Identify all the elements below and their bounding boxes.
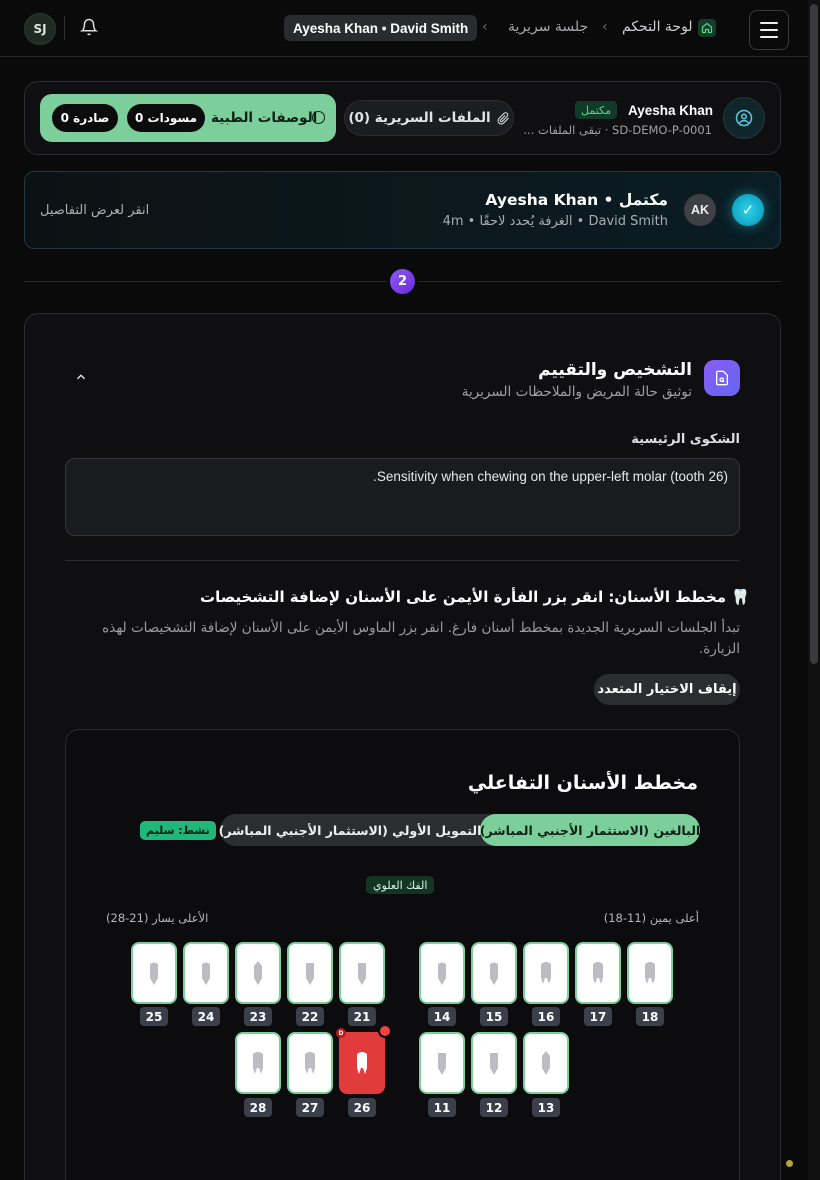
- tooth-number: 21: [348, 1007, 376, 1026]
- tooth-icon: [254, 961, 262, 985]
- tooth-26[interactable]: [339, 1032, 385, 1094]
- chevron-left-icon: ‹: [482, 19, 488, 35]
- tooth-icon: [305, 1052, 315, 1074]
- tooth-number: 24: [192, 1007, 220, 1026]
- patient-id: SD-DEMO-P-0001 · تبقى الملفات ...: [523, 123, 712, 137]
- tooth-23[interactable]: [235, 942, 281, 1004]
- tooth-icon: [593, 962, 603, 984]
- tooth-15[interactable]: [471, 942, 517, 1004]
- breadcrumb-session[interactable]: جلسة سريرية: [508, 19, 588, 35]
- tooth-21[interactable]: [339, 942, 385, 1004]
- session-subtitle: 4m • الغرفة يُحدد لاحقًا • David Smith: [442, 214, 668, 229]
- home-icon[interactable]: [698, 19, 716, 37]
- tooth-icon: [202, 962, 210, 985]
- chevron-left-icon: ‹: [602, 19, 608, 35]
- tooth-number: 25: [140, 1007, 168, 1026]
- tooth-number: 23: [244, 1007, 272, 1026]
- paperclip-icon: [497, 111, 509, 124]
- tooth-18[interactable]: [627, 942, 673, 1004]
- tooth-25[interactable]: [131, 942, 177, 1004]
- dental-chart-help: تبدأ الجلسات السريرية الجديدة بمخطط أسنا…: [102, 620, 740, 657]
- breadcrumb-patient[interactable]: Ayesha Khan • David Smith: [284, 15, 478, 41]
- breadcrumb-dashboard[interactable]: لوحة التحكم: [622, 19, 693, 35]
- active-condition-badge: نشط: سليم: [140, 821, 216, 840]
- tooth-number: 22: [296, 1007, 324, 1026]
- tooth-icon: [357, 1052, 367, 1074]
- user-avatar[interactable]: SJ: [24, 13, 56, 45]
- tooth-number: 13: [532, 1098, 560, 1117]
- stop-multi-select-button[interactable]: إيقاف الاختيار المتعدد: [594, 674, 740, 705]
- issued-badge[interactable]: 0 صادرة: [52, 104, 118, 132]
- dental-chart-title: مخطط الأسنان التفاعلي: [467, 772, 698, 794]
- tooth-22[interactable]: [287, 942, 333, 1004]
- menu-button[interactable]: [749, 10, 789, 50]
- tooth-number: 28: [244, 1098, 272, 1117]
- tooth-17[interactable]: [575, 942, 621, 1004]
- chart-heading-text: مخطط الأسنان: انقر بزر الفأرة الأيمن على…: [200, 588, 727, 606]
- upper-left-quadrant-label: الأعلى يسار (21-28): [106, 911, 209, 925]
- tooth-28[interactable]: [235, 1032, 281, 1094]
- tooth-13[interactable]: [523, 1032, 569, 1094]
- tooth-icon: [645, 962, 655, 984]
- status-badge: مكتمل: [575, 101, 617, 119]
- session-details-hint[interactable]: انقر لعرض التفاصيل: [40, 203, 149, 218]
- chief-complaint-value: Sensitivity when chewing on the upper-le…: [373, 469, 728, 484]
- notification-dot: [786, 1160, 793, 1167]
- tooth-27[interactable]: [287, 1032, 333, 1094]
- tooth-icon: [358, 963, 366, 985]
- tooth-icon: [490, 1053, 498, 1075]
- tooth-number: 14: [428, 1007, 456, 1026]
- tooth-number: 11: [428, 1098, 456, 1117]
- tooth-icon: [542, 1051, 550, 1075]
- upper-right-quadrant-label: أعلى يمين (11-18): [603, 911, 699, 925]
- session-title: Ayesha Khan • مكتمل: [485, 191, 668, 209]
- patient-name: Ayesha Khan: [628, 103, 714, 118]
- tooth-icon: [150, 962, 158, 985]
- diagnosis-marker: D: [336, 1028, 346, 1038]
- prescriptions-label: الوصفات الطبية: [211, 110, 318, 126]
- divider: [65, 560, 740, 561]
- tooth-number: 15: [480, 1007, 508, 1026]
- tooth-11[interactable]: [419, 1032, 465, 1094]
- patient-avatar: AK: [684, 194, 716, 226]
- dental-chart-heading: مخطط الأسنان: انقر بزر الفأرة الأيمن على…: [200, 588, 750, 606]
- file-search-icon: [704, 360, 740, 396]
- diagnosis-indicator: [378, 1024, 392, 1038]
- divider: [64, 16, 65, 40]
- tooth-16[interactable]: [523, 942, 569, 1004]
- scrollbar-thumb[interactable]: [810, 4, 818, 664]
- tooth-icon: [541, 962, 551, 984]
- user-circle-icon: [723, 97, 765, 139]
- tooth-icon: 🦷: [731, 588, 750, 606]
- tooth-icon: [253, 1052, 263, 1074]
- section-subtitle: توثيق حالة المريض والملاحظات السريرية: [461, 384, 692, 400]
- tooth-12[interactable]: [471, 1032, 517, 1094]
- tooth-icon: [306, 963, 314, 985]
- tooth-24[interactable]: [183, 942, 229, 1004]
- step-number: 2: [387, 266, 418, 297]
- tooth-number: 26: [348, 1098, 376, 1117]
- chief-complaint-label: الشكوى الرئيسية: [631, 432, 740, 447]
- drafts-badge[interactable]: 0 مسودات: [127, 104, 205, 132]
- bell-icon[interactable]: [80, 18, 98, 36]
- tooth-number: 16: [532, 1007, 560, 1026]
- tooth-number: 17: [584, 1007, 612, 1026]
- upper-jaw-label: الفك العلوي: [366, 876, 435, 894]
- tab-adult[interactable]: البالغين (الاستثمار الأجنبي المباشر): [480, 814, 700, 846]
- chevron-up-icon[interactable]: [72, 370, 90, 384]
- clinical-files-button[interactable]: الملفات السريرية (0): [344, 100, 514, 136]
- section-title: التشخيص والتقييم: [538, 360, 692, 380]
- check-icon: ✓: [732, 194, 764, 226]
- tooth-number: 12: [480, 1098, 508, 1117]
- tooth-icon: [438, 962, 446, 985]
- files-label: الملفات السريرية (0): [348, 110, 491, 126]
- tab-primary[interactable]: التمويل الأولي (الاستثمار الأجنبي المباش…: [219, 814, 482, 846]
- tooth-icon: [490, 962, 498, 985]
- tooth-icon: [438, 1053, 446, 1075]
- tooth-number: 27: [296, 1098, 324, 1117]
- tooth-14[interactable]: [419, 942, 465, 1004]
- tooth-number: 18: [636, 1007, 664, 1026]
